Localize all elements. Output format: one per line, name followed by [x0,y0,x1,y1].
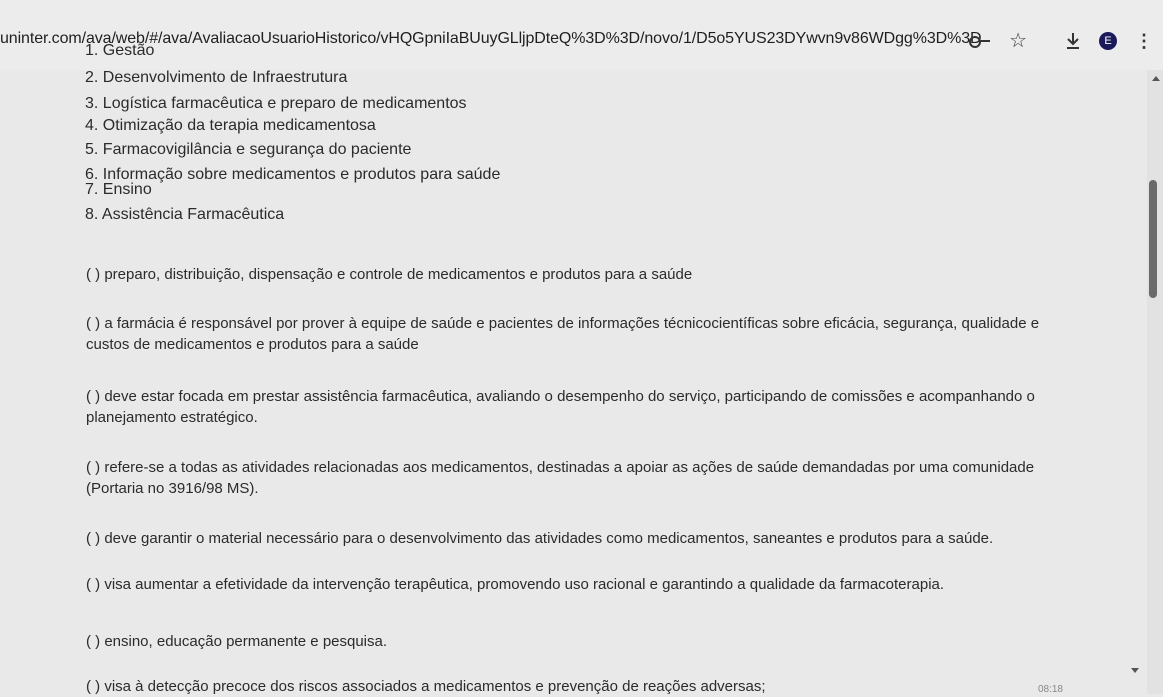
option-item: 3. Logística farmacêutica e preparo de m… [85,95,467,112]
page-content: 1. Gestão 2. Desenvolvimento de Infraest… [0,0,1145,695]
option-item: 5. Farmacovigilância e segurança do paci… [85,141,412,158]
option-item: 4. Otimização da terapia medicamentosa [85,117,376,134]
statement-item: ( ) refere-se a todas as atividades rela… [86,459,1035,497]
statement-item: ( ) deve garantir o material necessário … [86,530,994,547]
scrollbar-thumb[interactable] [1149,180,1157,298]
option-item: 7. Ensino [85,181,152,198]
option-item: 2. Desenvolvimento de Infraestrutura [85,69,348,86]
statement-item: ( ) deve estar focada em prestar assistê… [86,388,1035,426]
option-item: 8. Assistência Farmacêutica [85,206,285,223]
statement-item: ( ) visa aumentar a efetividade da inter… [86,576,945,593]
statement-item: ( ) a farmácia é responsável por prover … [86,315,1040,353]
scroll-up-arrow-icon[interactable] [1152,76,1160,81]
statement-item: ( ) ensino, educação permanente e pesqui… [86,633,388,650]
option-item: 1. Gestão [85,42,155,59]
clock: 08:18 [1037,684,1063,695]
statement-item: ( ) preparo, distribuição, dispensação e… [86,266,693,283]
scrollbar[interactable] [1147,70,1163,694]
scroll-down-arrow-icon[interactable] [1131,668,1139,673]
